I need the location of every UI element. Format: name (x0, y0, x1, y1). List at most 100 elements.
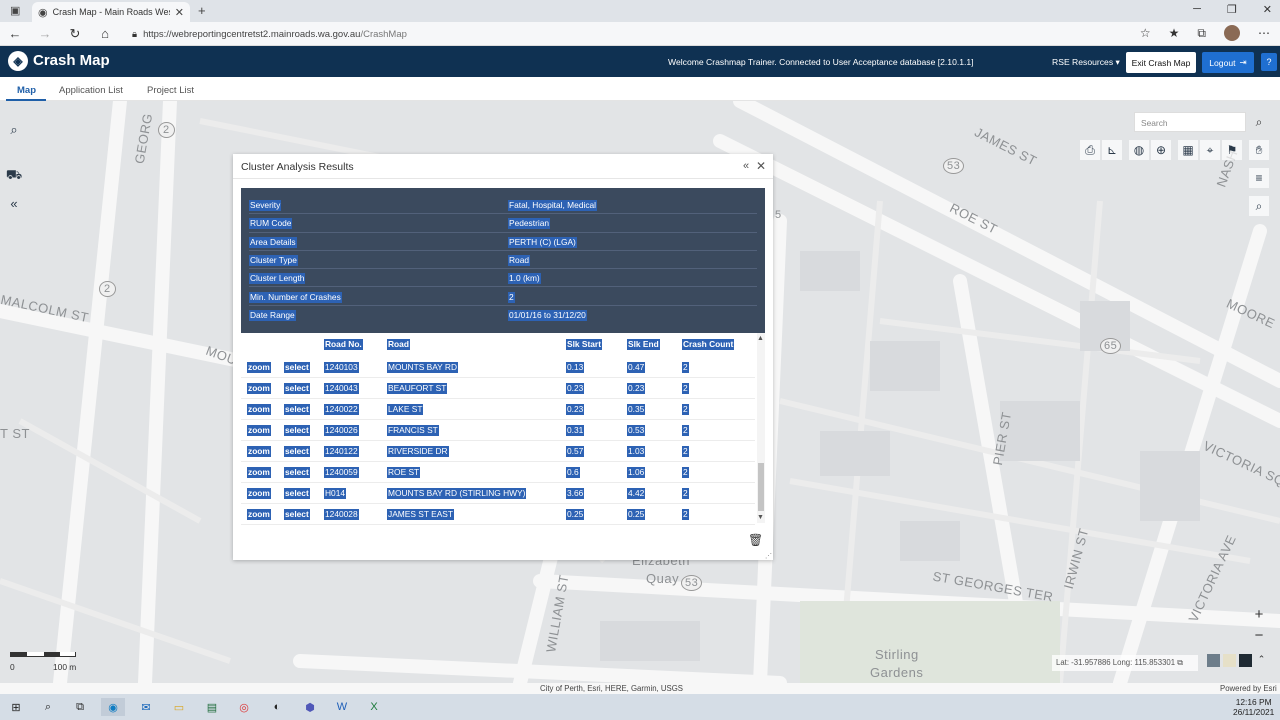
close-window-icon[interactable]: ✕ (1263, 3, 1272, 16)
crash-count-cell: 2 (682, 425, 689, 436)
extent-icon[interactable]: ▦ (1178, 140, 1198, 160)
edge-browser-icon[interactable]: ◉ (101, 698, 125, 716)
tab-actions-icon[interactable]: ▣ (10, 4, 20, 17)
search-icon[interactable]: ⌕ (36, 698, 60, 716)
zoom-button[interactable]: zoom (247, 488, 271, 499)
select-button[interactable]: select (284, 425, 310, 436)
zoom-button[interactable]: zoom (247, 404, 271, 415)
chrome-icon[interactable]: ◎ (232, 698, 256, 716)
slk-end-cell: 0.53 (627, 425, 646, 436)
minimize-icon[interactable]: ─ (1193, 3, 1201, 16)
select-button[interactable]: select (284, 404, 310, 415)
select-button[interactable]: select (284, 488, 310, 499)
teams-icon[interactable]: ⬢ (298, 698, 322, 716)
pan-hand-icon[interactable]: ✋︎ (1249, 140, 1269, 160)
zoom-button[interactable]: zoom (247, 467, 271, 478)
outlook-icon[interactable]: ✉ (134, 698, 158, 716)
app-icon[interactable]: ◐ (265, 698, 289, 716)
collapse-icon[interactable]: « (743, 160, 749, 172)
basemap-streets-icon[interactable] (1207, 654, 1220, 667)
globe-icon[interactable]: ◍ (1129, 140, 1149, 160)
file-explorer-icon[interactable]: ▭ (167, 698, 191, 716)
zoom-button[interactable]: zoom (247, 425, 271, 436)
col-slk-end[interactable]: Slk End (627, 339, 660, 350)
zoom-button[interactable]: zoom (247, 509, 271, 520)
summary-value: 1.0 (km) (508, 273, 541, 285)
slk-end-cell: 4.42 (627, 488, 646, 499)
identify-icon[interactable]: ⚑ (1222, 140, 1242, 160)
crash-count-cell: 2 (682, 383, 689, 394)
basemap-light-icon[interactable] (1223, 654, 1236, 667)
zoom-button[interactable]: zoom (247, 446, 271, 457)
resize-handle-icon[interactable]: ⋰ (765, 552, 772, 560)
task-view-icon[interactable]: ⧉ (68, 698, 92, 716)
close-icon[interactable]: ✕ (756, 159, 766, 173)
browser-tab[interactable]: ◉ Crash Map - Main Roads Wester ✕ (32, 2, 190, 22)
results-header: Road No. Road Slk Start Slk End Crash Co… (241, 333, 757, 355)
expand-panel-icon[interactable]: « (0, 189, 28, 217)
col-road-no[interactable]: Road No. (324, 339, 363, 350)
forward-icon[interactable]: → (30, 26, 60, 41)
project-app-icon[interactable]: ▤ (200, 698, 224, 716)
select-button[interactable]: select (284, 509, 310, 520)
exit-crash-map-button[interactable]: Exit Crash Map (1126, 52, 1196, 73)
layers-icon[interactable]: ≡ (1249, 168, 1269, 188)
scroll-up-icon[interactable]: ▲ (757, 335, 764, 342)
select-button[interactable]: select (284, 446, 310, 457)
system-clock[interactable]: 12:16 PM 26/11/2021 (1233, 697, 1274, 717)
measure-icon[interactable]: ⊾ (1102, 140, 1122, 160)
logout-button[interactable]: Logout ⇥ (1202, 52, 1254, 73)
col-road[interactable]: Road (387, 339, 410, 350)
tab-application-list[interactable]: Application List (59, 85, 123, 96)
zoom-out-icon[interactable]: − (1249, 625, 1269, 645)
locate-icon[interactable]: ⌖ (1200, 140, 1220, 160)
powered-by-esri[interactable]: Powered by Esri (1220, 684, 1277, 693)
tab-project-list[interactable]: Project List (147, 85, 194, 96)
zoom-in-icon[interactable]: + (1249, 604, 1269, 624)
word-icon[interactable]: W (330, 698, 354, 716)
basemap-dark-icon[interactable] (1239, 654, 1252, 667)
zoom-in-tool-icon[interactable]: ⊕ (1151, 140, 1171, 160)
summary-row: Min. Number of Crashes 2 (249, 288, 757, 306)
search-icon[interactable]: ⌕ (0, 116, 28, 144)
select-button[interactable]: select (284, 467, 310, 478)
map-search-input[interactable]: Search (1134, 112, 1246, 132)
crash-layer-icon[interactable]: ⛟ (0, 162, 28, 190)
print-icon[interactable]: ⎙ (1080, 140, 1100, 160)
col-slk-start[interactable]: Slk Start (566, 339, 602, 350)
windows-start-icon[interactable]: ⊞ (4, 698, 28, 716)
help-button[interactable]: ? (1261, 53, 1277, 71)
select-button[interactable]: select (284, 362, 310, 373)
select-button[interactable]: select (284, 383, 310, 394)
maximize-icon[interactable]: ❐ (1227, 3, 1237, 16)
url-field[interactable]: 🔒︎ https://webreportingcentretst2.mainro… (132, 25, 1132, 43)
collections-icon[interactable]: ⧉ (1197, 26, 1206, 41)
tab-map[interactable]: Map (17, 85, 36, 96)
excel-icon[interactable]: X (362, 698, 386, 716)
road-cell: BEAUFORT ST (387, 383, 448, 394)
col-crash-count[interactable]: Crash Count (682, 339, 735, 350)
home-icon[interactable]: ⌂ (90, 26, 120, 41)
scrollbar-thumb[interactable] (758, 463, 764, 511)
basemap-switcher: ⌃ (1207, 654, 1268, 667)
more-icon[interactable]: ⋯ (1258, 26, 1270, 40)
copy-icon[interactable]: ⧉ (1177, 658, 1183, 667)
zoom-tool-icon[interactable]: ⌕ (1249, 196, 1269, 216)
avatar[interactable] (1224, 25, 1240, 41)
new-tab-icon[interactable]: + (198, 3, 206, 18)
back-icon[interactable]: ← (0, 26, 30, 41)
zoom-button[interactable]: zoom (247, 362, 271, 373)
zoom-button[interactable]: zoom (247, 383, 271, 394)
logout-icon: ⇥ (1239, 57, 1247, 67)
refresh-icon[interactable]: ↻ (60, 26, 90, 42)
close-tab-icon[interactable]: ✕ (175, 6, 184, 19)
add-favorite-icon[interactable]: ☆ (1140, 26, 1151, 40)
search-icon[interactable]: ⌕ (1250, 113, 1268, 131)
scroll-down-icon[interactable]: ▼ (757, 514, 764, 521)
favorites-icon[interactable]: ★ (1169, 26, 1180, 40)
chevron-up-icon[interactable]: ⌃ (1255, 654, 1268, 667)
road-no-cell: 1240022 (324, 404, 359, 415)
rse-resources-menu[interactable]: RSE Resources ▾ (1052, 57, 1120, 68)
trash-icon[interactable]: 🗑︎ (748, 533, 763, 547)
summary-key: Date Range (249, 309, 296, 321)
